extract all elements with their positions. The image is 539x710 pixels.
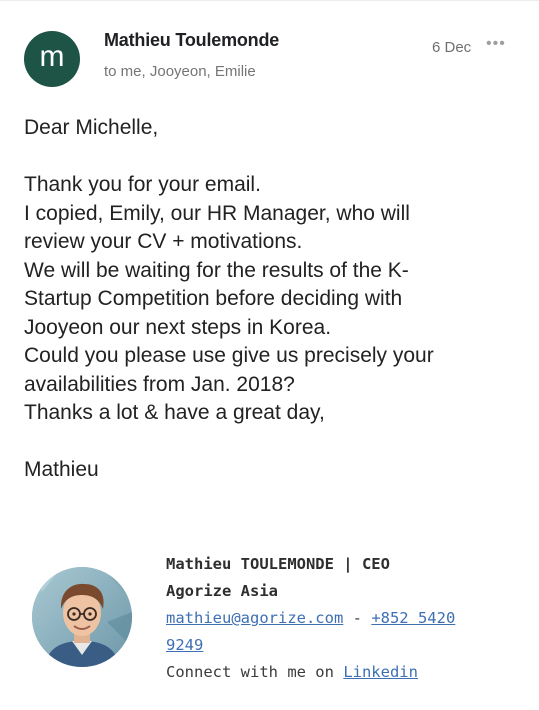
linkedin-link[interactable]: Linkedin [343,663,418,681]
body-line: availabilities from Jan. 2018? [24,372,295,396]
more-horizontal-icon[interactable]: ••• [486,35,506,53]
signature-company: Agorize Asia [166,582,278,600]
body-line: Thank you for your email. [24,173,261,196]
separator: - [343,609,372,627]
signature-connect-line: Connect with me on Linkedin [166,659,455,686]
signature-name-title: Mathieu TOULEMONDE | CEO [166,555,390,573]
phone-link-continued[interactable]: 9249 [166,636,203,654]
recipients-line[interactable]: to me, Jooyeon, Emilie [104,63,256,80]
message-body: Dear Michelle, Thank you for your email.… [24,114,524,485]
sender-name[interactable]: Mathieu Toulemonde [104,30,279,51]
connect-text: Connect with me on [166,663,344,681]
message-date: 6 Dec [432,39,472,56]
signature-phone-line: 9249 [166,632,455,659]
body-line: I copied, Emily, our HR Manager, who wil… [24,201,410,225]
body-line: We will be waiting for the results of th… [24,258,409,282]
body-line: Jooyeon our next steps in Korea. [24,315,332,339]
body-line: Thanks a lot & have a great day, [24,401,325,424]
signature-photo [32,567,132,667]
phone-link[interactable]: +852 5420 [371,609,455,627]
greeting: Dear Michelle, [24,116,159,139]
body-line: Startup Competition before deciding with [24,287,403,310]
sender-avatar[interactable]: m [24,31,80,87]
body-line: review your CV + motivations. [24,230,303,253]
top-divider [0,0,539,1]
email-signature: Mathieu TOULEMONDE | CEO Agorize Asia ma… [166,551,455,686]
email-link[interactable]: mathieu@agorize.com [166,609,343,627]
body-line: Could you please use give us precisely y… [24,344,434,367]
signoff: Mathieu [24,458,99,481]
signature-contact-line: mathieu@agorize.com - +852 5420 [166,605,455,632]
portrait-image [32,567,132,667]
